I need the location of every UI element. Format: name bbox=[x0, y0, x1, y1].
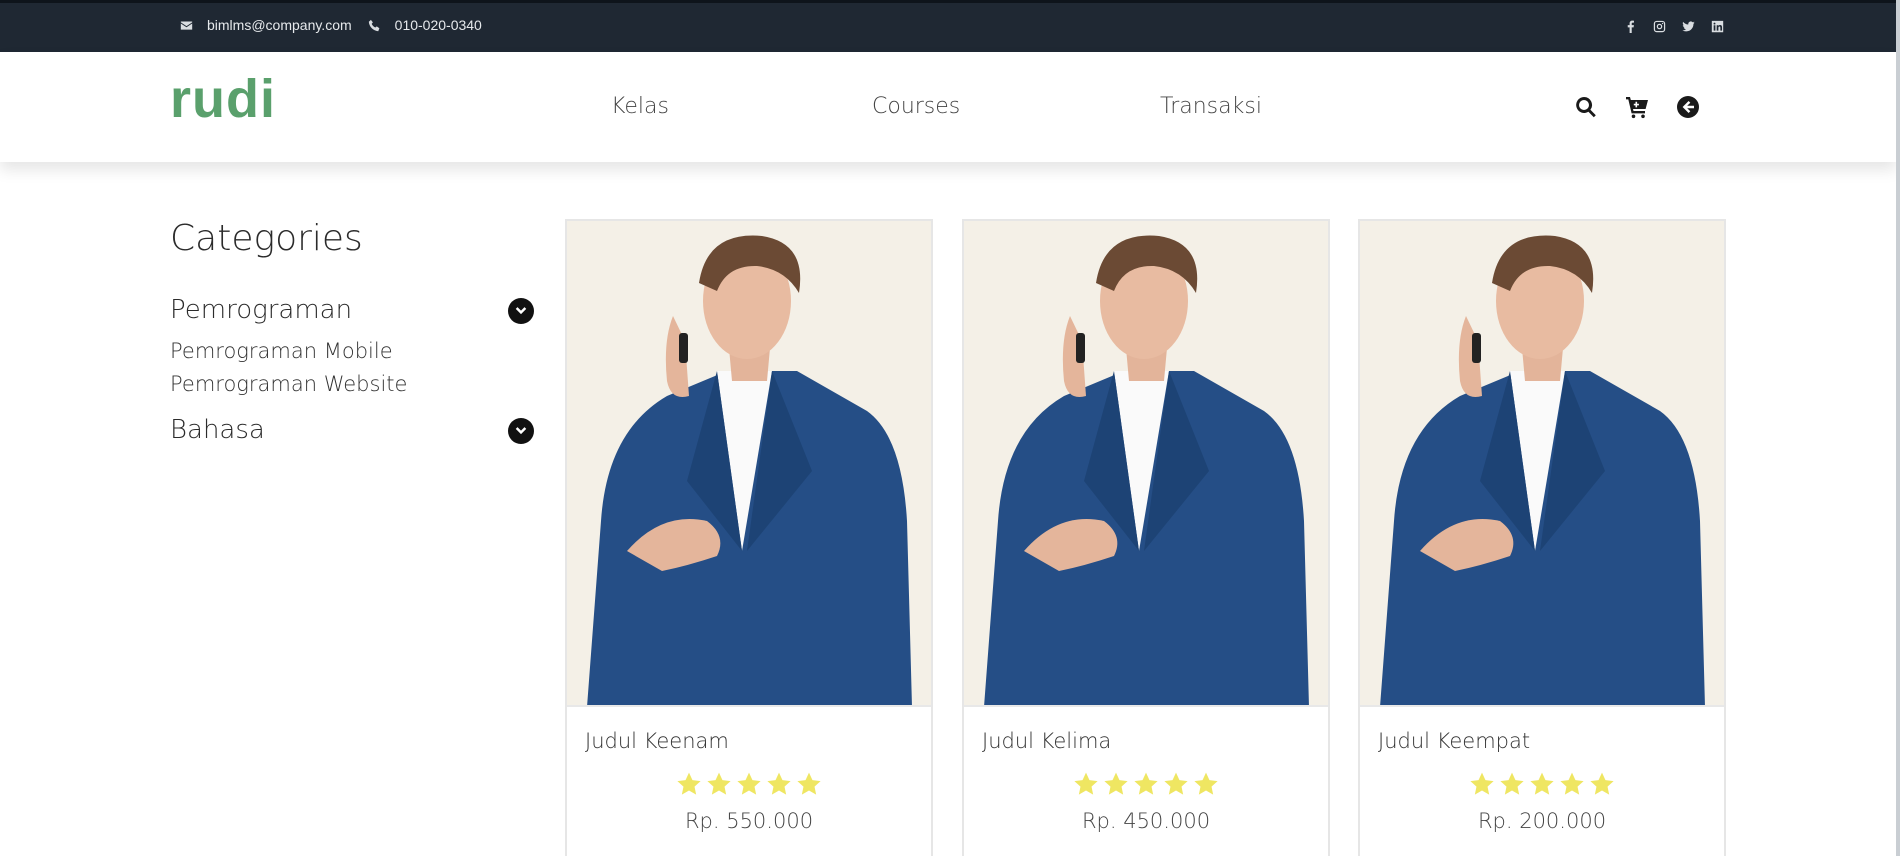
social-links bbox=[1608, 19, 1724, 33]
categories-sidebar: Categories Pemrograman Pemrograman Mobil… bbox=[170, 218, 534, 451]
star-rating bbox=[567, 771, 931, 802]
category-bahasa[interactable]: Bahasa bbox=[170, 409, 534, 451]
star-icon bbox=[1529, 771, 1555, 797]
star-icon bbox=[1469, 771, 1495, 797]
phone-contact[interactable]: 010-020-0340 bbox=[368, 17, 482, 33]
facebook-icon[interactable] bbox=[1623, 19, 1637, 33]
email-text: bimlms@company.com bbox=[207, 17, 352, 33]
contact-info: bimlms@company.com 010-020-0340 bbox=[180, 17, 498, 33]
category-title: Bahasa bbox=[170, 415, 265, 445]
search-icon[interactable] bbox=[1573, 94, 1599, 120]
course-thumbnail[interactable] bbox=[567, 221, 931, 707]
star-icon bbox=[1559, 771, 1585, 797]
scrollbar[interactable] bbox=[1896, 0, 1900, 856]
star-icon bbox=[1133, 771, 1159, 797]
star-icon bbox=[1163, 771, 1189, 797]
course-card[interactable]: Judul Keempat Rp. 200.000 bbox=[1358, 219, 1726, 856]
main-navbar: rudi Kelas Courses Transaksi bbox=[0, 52, 1896, 162]
chevron-down-icon[interactable] bbox=[508, 418, 534, 444]
nav-link-transaksi[interactable]: Transaksi bbox=[1160, 94, 1262, 119]
course-title[interactable]: Judul Keenam bbox=[585, 729, 729, 753]
star-icon bbox=[676, 771, 702, 797]
subcategory-item[interactable]: Pemrograman Mobile bbox=[170, 335, 534, 368]
course-card[interactable]: Judul Keenam Rp. 550.000 bbox=[565, 219, 933, 856]
star-rating bbox=[1360, 771, 1724, 802]
star-icon bbox=[766, 771, 792, 797]
phone-icon bbox=[368, 19, 380, 31]
star-icon bbox=[706, 771, 732, 797]
course-title[interactable]: Judul Keempat bbox=[1378, 729, 1530, 753]
star-icon bbox=[1499, 771, 1525, 797]
nav-link-kelas[interactable]: Kelas bbox=[611, 94, 669, 119]
businessman-photo bbox=[567, 221, 931, 705]
cart-icon[interactable] bbox=[1624, 94, 1650, 120]
course-title[interactable]: Judul Kelima bbox=[982, 729, 1111, 753]
page: bimlms@company.com 010-020-0340 rudi Kel… bbox=[0, 0, 1900, 856]
nav-actions bbox=[1573, 94, 1726, 120]
businessman-photo bbox=[1360, 221, 1724, 705]
top-contact-bar: bimlms@company.com 010-020-0340 bbox=[0, 0, 1896, 52]
star-icon bbox=[1193, 771, 1219, 797]
star-icon bbox=[1073, 771, 1099, 797]
subcategory-list: Pemrograman Mobile Pemrograman Website bbox=[170, 335, 534, 401]
site-logo[interactable]: rudi bbox=[170, 68, 276, 130]
category-pemrograman[interactable]: Pemrograman bbox=[170, 289, 534, 331]
course-price: Rp. 450.000 bbox=[1081, 809, 1211, 833]
star-icon bbox=[1589, 771, 1615, 797]
linkedin-icon[interactable] bbox=[1710, 19, 1724, 33]
subcategory-item[interactable]: Pemrograman Website bbox=[170, 368, 534, 401]
category-title: Pemrograman bbox=[170, 295, 353, 325]
email-contact[interactable]: bimlms@company.com bbox=[180, 17, 352, 33]
twitter-icon[interactable] bbox=[1681, 19, 1695, 33]
phone-text: 010-020-0340 bbox=[394, 17, 482, 33]
nav-link-courses[interactable]: Courses bbox=[872, 94, 960, 119]
course-price: Rp. 550.000 bbox=[684, 809, 814, 833]
back-arrow-icon[interactable] bbox=[1675, 94, 1701, 120]
instagram-icon[interactable] bbox=[1652, 19, 1666, 33]
star-icon bbox=[1103, 771, 1129, 797]
course-price: Rp. 200.000 bbox=[1477, 809, 1607, 833]
course-card[interactable]: Judul Kelima Rp. 450.000 bbox=[962, 219, 1330, 856]
course-thumbnail[interactable] bbox=[1360, 221, 1724, 707]
star-icon bbox=[796, 771, 822, 797]
categories-heading: Categories bbox=[170, 218, 363, 259]
envelope-icon bbox=[180, 20, 193, 30]
chevron-down-icon[interactable] bbox=[508, 298, 534, 324]
star-icon bbox=[736, 771, 762, 797]
businessman-photo bbox=[964, 221, 1328, 705]
course-thumbnail[interactable] bbox=[964, 221, 1328, 707]
star-rating bbox=[964, 771, 1328, 802]
